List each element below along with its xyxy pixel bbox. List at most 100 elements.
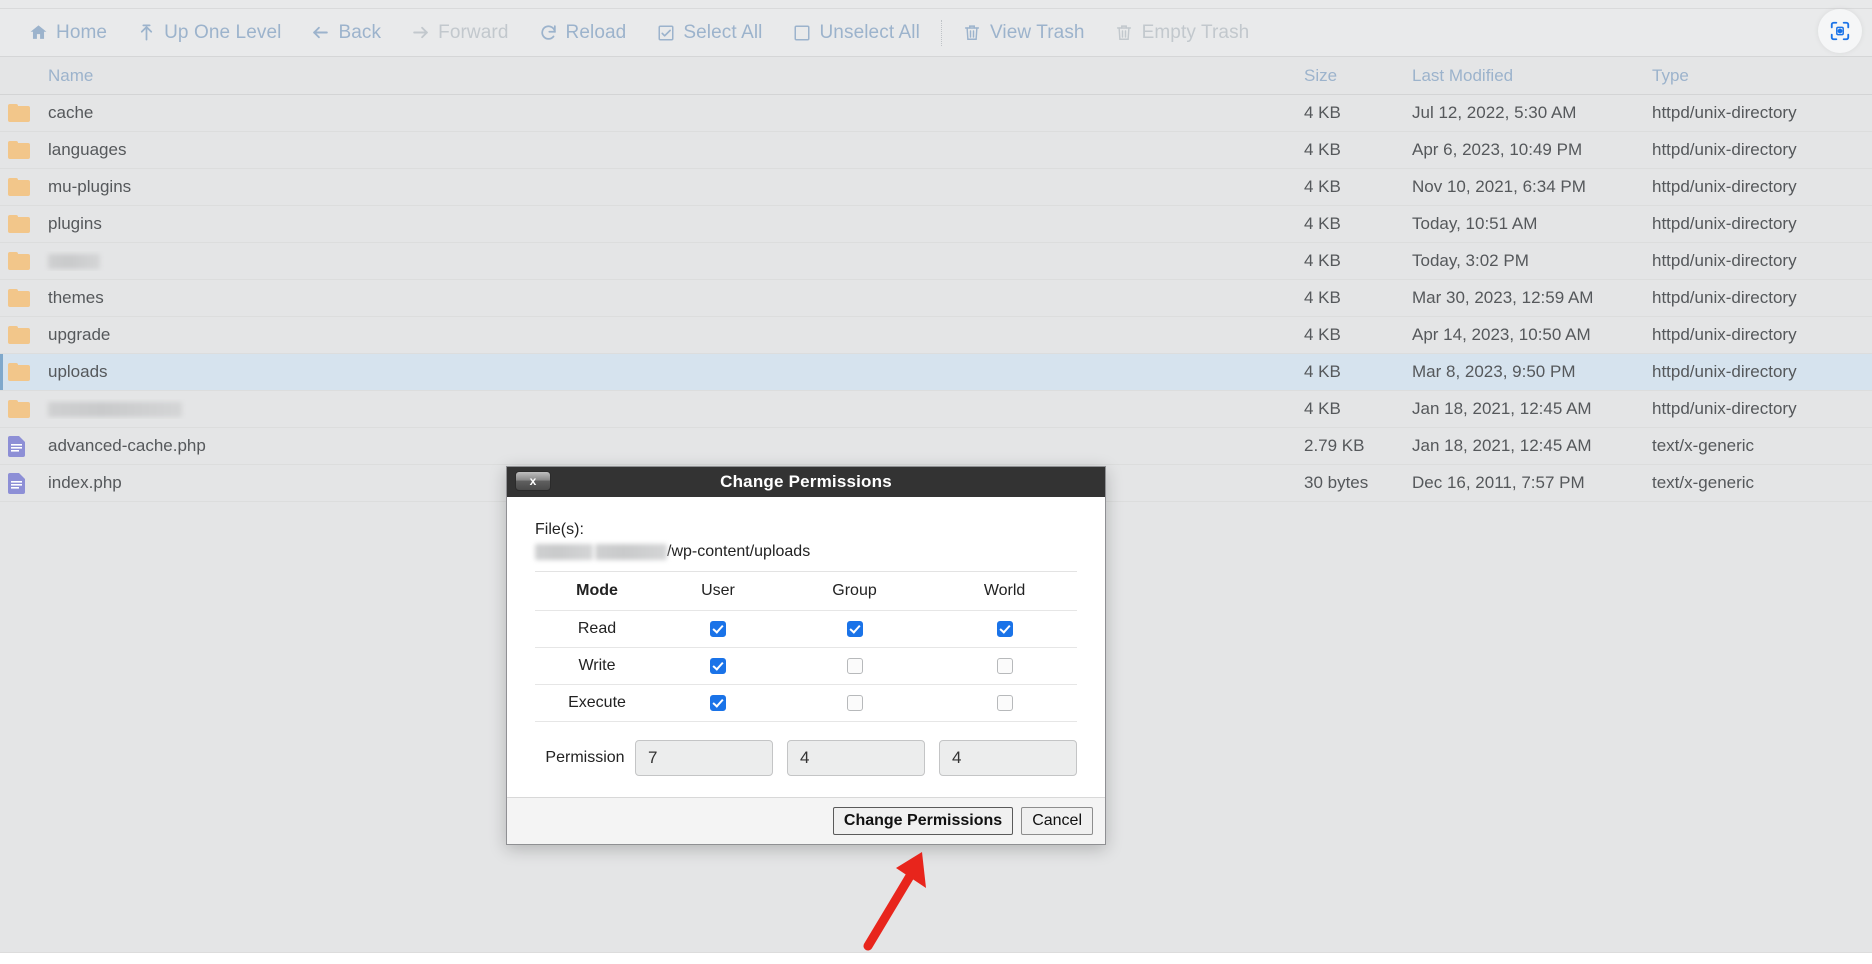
toolbar-item-label: Up One Level: [164, 21, 282, 43]
table-row[interactable]: advanced-cache.php 2.79 KB Jan 18, 2021, 1…: [0, 428, 1872, 465]
table-row[interactable]: upgrade 4 KB Apr 14, 2023, 10:50 AM httpd/u…: [0, 317, 1872, 354]
table-row[interactable]: languages 4 KB Apr 6, 2023, 10:49 PM httpd/…: [0, 132, 1872, 169]
toolbar-item-view-trash[interactable]: View Trash: [948, 15, 1100, 51]
row-icon-cell: [0, 435, 42, 457]
permission-input-group[interactable]: [787, 740, 925, 776]
cell-last-modified: Nov 10, 2021, 6:34 PM: [1412, 177, 1586, 196]
checkbox-write-user[interactable]: [709, 657, 726, 674]
dialog-close-button[interactable]: x: [515, 471, 551, 491]
row-icon-cell: [0, 363, 42, 381]
window-chrome-top: [0, 0, 1872, 9]
checkbox-read-world[interactable]: [996, 620, 1013, 637]
cell-name[interactable]: upgrade: [42, 325, 1304, 345]
toolbar-item-home[interactable]: Home: [14, 15, 122, 51]
permission-octal-row: Permission: [535, 722, 1077, 776]
column-header-name[interactable]: Name: [42, 66, 1304, 86]
folder-icon: [8, 141, 30, 159]
table-row[interactable]: cache 4 KB Jul 12, 2022, 5:30 AM httpd/unix…: [0, 95, 1872, 132]
toolbar-item-label: View Trash: [989, 21, 1085, 43]
cell-name[interactable]: languages: [42, 140, 1304, 160]
permissions-row: Read: [535, 610, 1077, 648]
checkbox-read-group[interactable]: [846, 620, 863, 637]
column-header-size[interactable]: Size: [1304, 66, 1412, 86]
table-row[interactable]: 4 KB Jan 18, 2021, 12:45 AM httpd/unix-dir…: [0, 391, 1872, 428]
cell-size: 30 bytes: [1304, 473, 1369, 492]
cell-type: httpd/unix-directory: [1652, 362, 1797, 381]
cell-last-modified: Apr 6, 2023, 10:49 PM: [1412, 140, 1583, 159]
row-icon-cell: [0, 400, 42, 418]
redacted-name: [48, 254, 100, 270]
permissions-row: Execute: [535, 684, 1077, 722]
column-header-last-modified[interactable]: Last Modified: [1412, 66, 1652, 86]
header-mode: Mode: [535, 572, 659, 611]
folder-icon: [8, 400, 30, 418]
row-icon-cell: [0, 178, 42, 196]
header-user: User: [659, 572, 777, 611]
toolbar-item-label: Select All: [683, 21, 763, 43]
toolbar-item-back[interactable]: Back: [296, 15, 396, 51]
cell-name[interactable]: [42, 399, 1304, 419]
checkbox-write-group[interactable]: [846, 657, 863, 674]
redacted-name: [48, 402, 182, 418]
cell-type: text/x-generic: [1652, 473, 1755, 492]
permission-input-world[interactable]: [939, 740, 1077, 776]
dialog-footer: Change Permissions Cancel: [507, 797, 1105, 844]
table-row[interactable]: themes 4 KB Mar 30, 2023, 12:59 AM httpd/un…: [0, 280, 1872, 317]
cell-size: 4 KB: [1304, 177, 1341, 196]
toolbar-item-reload[interactable]: Reload: [524, 15, 642, 51]
cell-name[interactable]: mu-plugins: [42, 177, 1304, 197]
row-icon-cell: [0, 104, 42, 122]
table-row[interactable]: 4 KB Today, 3:02 PM httpd/unix-directory: [0, 243, 1872, 280]
permissions-cell-group: [776, 647, 933, 685]
checkbox-execute-user[interactable]: [709, 694, 726, 711]
cell-type: httpd/unix-directory: [1652, 325, 1797, 344]
cell-size: 4 KB: [1304, 214, 1341, 233]
cell-last-modified: Apr 14, 2023, 10:50 AM: [1412, 325, 1591, 344]
cell-size: 4 KB: [1304, 103, 1341, 122]
toolbar-item-label: Empty Trash: [1141, 21, 1250, 43]
table-row[interactable]: plugins 4 KB Today, 10:51 AM httpd/unix-dir…: [0, 206, 1872, 243]
permissions-table-header-row: Mode User Group World: [535, 572, 1077, 611]
row-icon-cell: [0, 215, 42, 233]
cell-type: text/x-generic: [1652, 436, 1755, 455]
header-world: World: [932, 572, 1077, 611]
folder-icon: [8, 326, 30, 344]
cell-name[interactable]: plugins: [42, 214, 1304, 234]
checkbox-execute-group[interactable]: [846, 694, 863, 711]
cell-name[interactable]: [42, 251, 1304, 271]
checkbox-write-world[interactable]: [996, 657, 1013, 674]
cell-type: httpd/unix-directory: [1652, 251, 1797, 270]
cell-name[interactable]: themes: [42, 288, 1304, 308]
table-row[interactable]: mu-plugins 4 KB Nov 10, 2021, 6:34 PM httpd…: [0, 169, 1872, 206]
cell-last-modified: Dec 16, 2011, 7:57 PM: [1412, 473, 1585, 492]
change-permissions-button[interactable]: Change Permissions: [832, 807, 1014, 835]
cell-size: 4 KB: [1304, 251, 1341, 270]
permission-input-user[interactable]: [635, 740, 773, 776]
column-header-type[interactable]: Type: [1652, 66, 1872, 86]
cell-name[interactable]: cache: [42, 103, 1304, 123]
cell-last-modified: Jan 18, 2021, 12:45 AM: [1412, 399, 1592, 418]
checkbox-read-user[interactable]: [709, 620, 726, 637]
file-path-suffix: /wp-content/uploads: [667, 543, 811, 560]
toolbar-item-select-all[interactable]: Select All: [641, 15, 777, 51]
file-icon: [8, 472, 25, 494]
cell-name[interactable]: uploads: [42, 362, 1304, 382]
home-icon: [29, 23, 48, 42]
arrow-up-icon: [137, 23, 156, 42]
cell-size: 2.79 KB: [1304, 436, 1365, 455]
cell-name[interactable]: advanced-cache.php: [42, 436, 1304, 456]
permissions-cell-user: [659, 647, 777, 685]
table-row[interactable]: uploads 4 KB Mar 8, 2023, 9:50 PM httpd/uni…: [0, 354, 1872, 391]
screenshot-badge[interactable]: [1818, 9, 1862, 53]
checkbox-checked-icon: [656, 23, 675, 42]
toolbar-item-forward: Forward: [396, 15, 523, 51]
toolbar-item-unselect-all[interactable]: Unselect All: [777, 15, 934, 51]
row-icon-cell: [0, 289, 42, 307]
toolbar-item-up-one-level[interactable]: Up One Level: [122, 15, 296, 51]
cell-size: 4 KB: [1304, 325, 1341, 344]
cell-size: 4 KB: [1304, 399, 1341, 418]
file-list: Name Size Last Modified Type cache 4 KB Ju…: [0, 58, 1872, 502]
cancel-button[interactable]: Cancel: [1021, 807, 1093, 835]
checkbox-execute-world[interactable]: [996, 694, 1013, 711]
change-permissions-dialog: x Change Permissions File(s): /wp-conten…: [506, 466, 1106, 845]
